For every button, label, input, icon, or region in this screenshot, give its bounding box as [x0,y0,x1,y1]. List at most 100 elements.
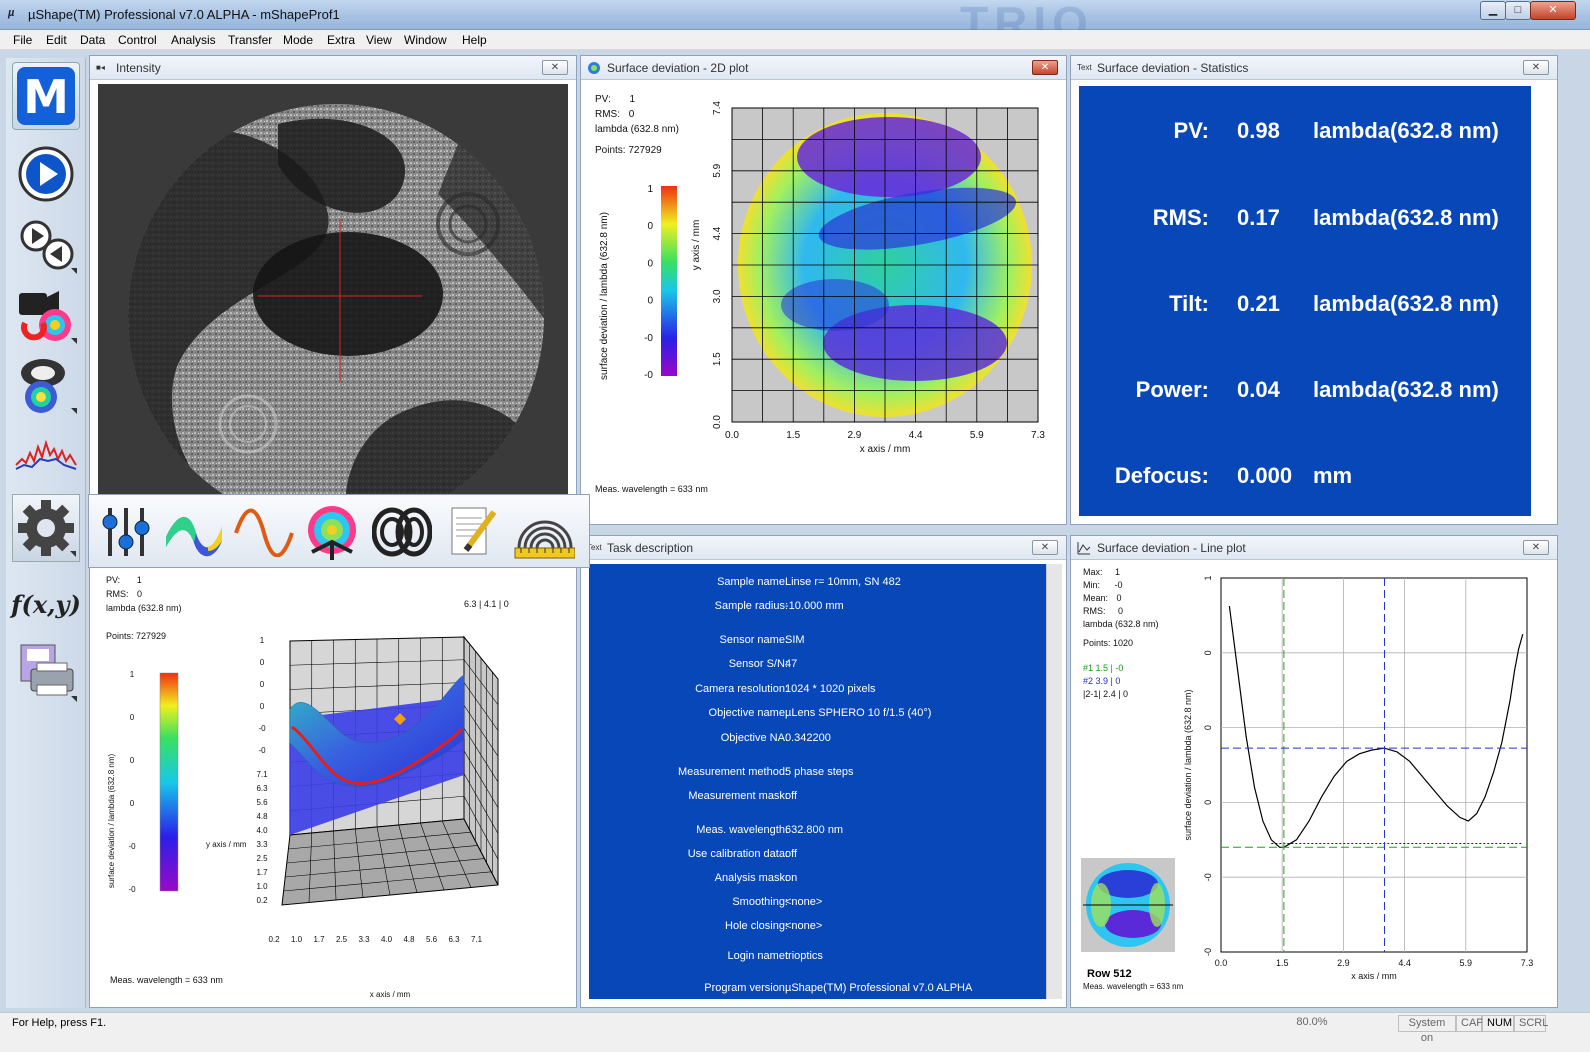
maximize-button[interactable]: □ [1505,1,1531,20]
y-tick-label: 1 [1203,575,1213,580]
y-tick-label: 3.0 [712,289,723,303]
ruler-fringes-button[interactable] [513,503,575,561]
task-panel: Text Task description ✕ Sample name: Lins… [580,535,1067,1008]
status-help-text: For Help, press F1. [12,1017,107,1029]
print-save-button[interactable] [12,638,80,706]
notes-icon [451,507,497,555]
task-value: 5 phase steps [785,766,854,778]
line-profile-button[interactable] [12,420,80,488]
y-tick-label: 6.3 [256,784,268,793]
task-close-button[interactable]: ✕ [1032,540,1058,555]
y-axis-label: surface deviation / lambda (632.8 nm) [1183,689,1193,840]
phase-unwrap-icon [308,506,356,560]
sine-wave-button[interactable] [233,503,295,561]
z-tick-label: 0 [260,658,265,667]
settings-toolbar [88,494,590,568]
menu-control[interactable]: Control [118,33,157,47]
task-scrollbar[interactable] [1046,564,1062,999]
x-tick-label: 6.3 [448,935,460,944]
x-tick-label: 7.3 [1031,430,1045,441]
task-value: trioptics [785,950,823,962]
gear-icon [18,500,74,556]
plot3d-chart[interactable]: 1 0 0 0 -0 -0 7.1 6.3 5.6 4.8 4.0 3.3 2.5 1.7 1.0 0.2 y … [94,569,572,1003]
task-value: on [785,872,798,884]
play-sequence-icon [20,220,74,270]
surface-3d-button[interactable] [12,350,80,418]
interferogram-image [128,104,544,499]
stat-unit: lambda(632.8 nm) [1313,377,1499,402]
play-sequence-button[interactable] [12,210,80,278]
stat-unit: mm [1313,463,1353,488]
task-value: Linse r= 10mm, SN 482 [785,576,901,588]
menu-analysis[interactable]: Analysis [171,33,216,47]
z-tick-label: -0 [258,724,266,733]
menu-mode[interactable]: Mode [283,33,313,47]
plot2d-panel-title: Surface deviation - 2D plot [607,61,749,75]
x-axis-label: x axis / mm [370,990,411,999]
plot2d-close-button[interactable]: ✕ [1032,60,1058,75]
fringes-button[interactable] [371,503,433,561]
play-button[interactable] [12,140,80,208]
menu-help[interactable]: Help [462,33,487,47]
task-value: off [785,848,798,860]
phase-unwrap-button[interactable] [301,503,363,561]
y-tick-label: 5.9 [712,163,723,177]
stats-close-button[interactable]: ✕ [1523,60,1549,75]
colorbar-label: surface deviation / lambda (632.8 nm) [107,754,116,889]
lineplot-panel-titlebar: Surface deviation - Line plot ✕ [1071,536,1557,560]
task-value: µLens SPHERO 10 f/1.5 (40°) [785,707,932,719]
sliders-button[interactable] [95,503,157,561]
plot2d-chart[interactable]: 0.0 1.5 2.9 4.4 5.9 7.3 x axis / mm 7.4 5.9 4.4 3.… [585,84,1062,520]
logo-m-button[interactable]: M [12,62,80,130]
task-label: Camera resolution: [695,683,788,695]
stat-label: Defocus: [1114,463,1209,488]
menu-window[interactable]: Window [404,33,447,47]
menu-file[interactable]: File [13,33,32,47]
menu-view[interactable]: View [366,33,392,47]
menu-extra[interactable]: Extra [327,33,355,47]
stat-value: 0.21 [1237,291,1280,316]
ruler-fringes-icon [514,520,575,559]
print-save-icon [20,644,74,696]
play-icon [18,146,74,202]
z-tick-label: 0 [260,702,265,711]
stat-unit: lambda(632.8 nm) [1313,205,1499,230]
task-value: 47 [785,658,798,670]
task-label: Objective name: [708,707,788,719]
menu-edit[interactable]: Edit [46,33,67,47]
task-body: Sample name: Linse r= 10mm, SN 482 Sample … [589,564,1046,999]
intensity-image[interactable] [98,84,568,499]
menu-data[interactable]: Data [80,33,105,47]
x-tick-label: 1.7 [313,935,325,944]
notes-button[interactable] [441,503,503,561]
lineplot-chart[interactable]: 0.0 1.5 2.9 4.4 5.9 7.3 x axis / mm 1 0 0 0 -0 -0 sur… [1075,564,1553,1003]
menu-transfer[interactable]: Transfer [228,33,272,47]
zernike-button[interactable] [163,503,225,561]
stat-label: RMS: [1152,205,1209,230]
x-tick-label: 4.0 [381,935,393,944]
lineplot-close-button[interactable]: ✕ [1523,540,1549,555]
status-cap: CAP [1456,1015,1484,1032]
close-button[interactable]: ✕ [1530,1,1576,20]
y-tick-label: 0 [1203,725,1213,730]
x-tick-label: 4.4 [1398,958,1411,968]
colorbar-tick: 0 [130,756,135,765]
camera-phase-button[interactable] [12,280,80,348]
intensity-close-button[interactable]: ✕ [542,60,568,75]
task-value: 632.800 nm [785,824,844,836]
colorbar-label: surface deviation / lambda (632.8 nm) [599,212,610,380]
function-fxy-button[interactable]: f(x,y) [11,570,81,638]
menu-bar: File Edit Data Control Analysis Transfer… [0,30,1590,50]
surface-blob [797,117,981,197]
svg-text:M: M [23,70,69,124]
plot3d-footer: Meas. wavelength = 633 nm [110,975,223,985]
task-value: <none> [785,896,823,908]
colorbar-tick: 1 [647,184,653,195]
y-tick-label: 0 [1203,800,1213,805]
stats-body: PV: 0.98 lambda(632.8 nm) RMS: 0.17 lamb… [1079,86,1531,516]
minimize-button[interactable]: ▁ [1480,1,1506,20]
settings-button[interactable] [12,494,80,562]
plot2d-panel-titlebar: Surface deviation - 2D plot ✕ [581,56,1066,80]
x-tick-label: 0.2 [268,935,280,944]
task-label: Program version: [704,982,788,994]
